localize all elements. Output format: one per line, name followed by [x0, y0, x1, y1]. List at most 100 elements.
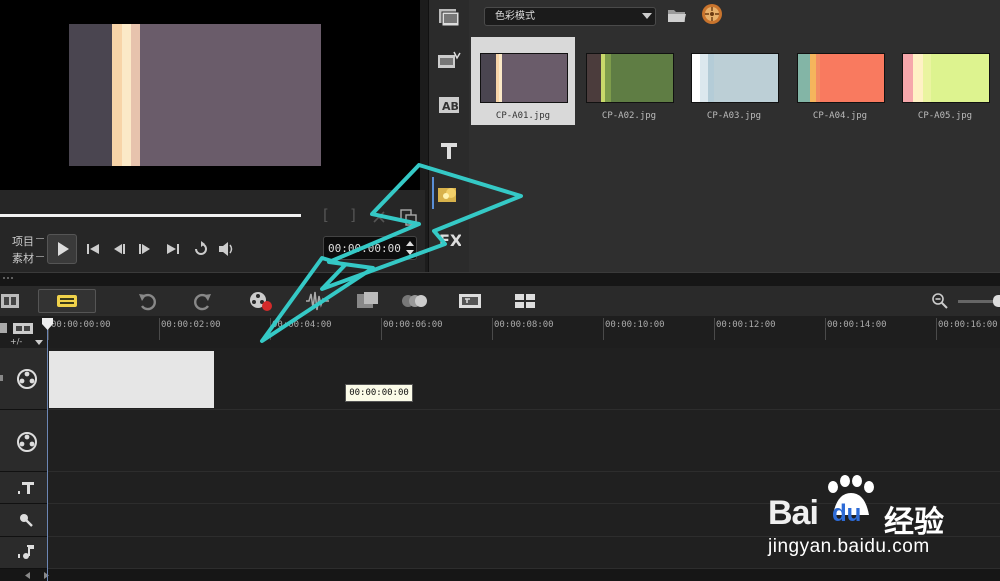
watermark-logo: Bai — [768, 494, 819, 533]
media-icon[interactable] — [437, 6, 461, 28]
thumbnail — [691, 53, 779, 103]
playhead-handle-icon[interactable] — [42, 318, 53, 330]
selected-category-indicator — [432, 177, 434, 209]
library-item[interactable]: CP-A02.jpg — [577, 37, 681, 125]
ruler-tick — [936, 318, 937, 340]
preview-frame — [69, 24, 321, 166]
auto-music-icon[interactable] — [355, 290, 381, 312]
graphic-icon[interactable] — [436, 183, 462, 205]
ruler-label: 00:00:16:00 — [938, 320, 998, 330]
thumbnail — [586, 53, 674, 103]
motion-tracking-icon[interactable] — [400, 291, 428, 311]
timecode-tooltip: 00:00:00:00 — [345, 384, 413, 402]
go-to-start-icon[interactable] — [85, 241, 101, 257]
next-frame-icon[interactable] — [137, 241, 153, 257]
thumbnail — [480, 53, 568, 103]
ruler-label: 00:00:02:00 — [161, 320, 221, 330]
timeline-scrollbar[interactable] — [0, 569, 1000, 581]
zoom-slider-thumb[interactable] — [993, 295, 1000, 307]
mode-clip-line — [36, 256, 44, 257]
timecode-spinner-icon[interactable] — [405, 239, 415, 257]
ruler-tick — [603, 318, 604, 340]
split-icon[interactable] — [372, 210, 386, 224]
mode-project-label[interactable]: 项目 — [12, 233, 34, 249]
thumbnail — [797, 53, 885, 103]
folder-icon[interactable] — [666, 5, 688, 25]
filter-icon[interactable]: FX — [437, 228, 461, 250]
watermark-cn-text: 经验 — [884, 505, 944, 540]
ruler-tick — [825, 318, 826, 340]
storyboard-view-icon[interactable] — [0, 292, 20, 310]
color-mode-dropdown[interactable]: 色彩模式 — [484, 7, 656, 26]
repeat-icon[interactable] — [192, 240, 210, 258]
previous-frame-icon[interactable] — [111, 241, 127, 257]
stripe — [131, 24, 140, 166]
scroll-arrows-icon[interactable] — [24, 571, 54, 580]
watermark-url: jingyan.baidu.com — [768, 536, 930, 558]
multi-camera-icon[interactable] — [513, 292, 537, 310]
track-collapse-handle[interactable] — [0, 375, 3, 381]
instant-project-icon[interactable] — [436, 50, 462, 72]
panel-divider[interactable] — [0, 272, 1000, 287]
ruler-label: 00:00:00:00 — [51, 320, 111, 330]
library-item[interactable]: CP-A05.jpg — [893, 37, 997, 125]
enlarge-icon[interactable] — [400, 209, 417, 226]
play-button[interactable] — [47, 234, 77, 264]
audio-mixer-icon[interactable] — [304, 290, 330, 312]
add-remove-track-label[interactable]: +/- — [10, 337, 22, 346]
grip-icon — [3, 277, 13, 279]
color-clip[interactable] — [49, 351, 214, 408]
color-mode-value: 色彩模式 — [495, 11, 535, 22]
color-picker-icon[interactable] — [701, 3, 723, 25]
chapter-point-icon[interactable] — [12, 322, 36, 335]
microphone-icon — [20, 514, 33, 527]
mark-out-button[interactable]: ] — [350, 206, 356, 224]
library-item-name: CP-A05.jpg — [917, 111, 973, 121]
library-item-name: CP-A02.jpg — [601, 111, 657, 121]
library-item[interactable]: CP-A03.jpg — [682, 37, 786, 125]
library-item[interactable]: CP-A04.jpg — [788, 37, 892, 125]
playhead[interactable] — [47, 318, 48, 581]
ruler-label: 00:00:08:00 — [494, 320, 554, 330]
video-track-icon — [17, 369, 37, 389]
zoom-out-icon[interactable] — [931, 292, 949, 310]
play-icon — [58, 242, 69, 256]
volume-icon[interactable] — [217, 240, 237, 258]
chevron-down-icon[interactable] — [35, 340, 43, 345]
mode-project-line — [36, 238, 44, 239]
track-manager-icon[interactable] — [0, 322, 8, 334]
track-overlay[interactable] — [48, 410, 1000, 472]
transition-icon[interactable]: AB — [437, 94, 461, 116]
undo-icon[interactable] — [137, 291, 157, 311]
timeline-view-button[interactable] — [38, 289, 96, 313]
timecode-value: 00:00:00:00 — [328, 241, 401, 255]
timecode-display[interactable]: 00:00:00:00 — [323, 236, 417, 260]
chevron-down-icon — [642, 13, 652, 19]
go-to-end-icon[interactable] — [165, 241, 181, 257]
record-capture-icon[interactable] — [248, 290, 274, 312]
thumbnail — [902, 53, 990, 103]
title-track-icon — [18, 482, 34, 494]
tooltip-text: 00:00:00:00 — [349, 388, 409, 398]
scrub-bar[interactable] — [0, 214, 302, 217]
watermark-du: du — [832, 500, 861, 528]
ruler-tick — [270, 318, 271, 340]
library-item-name: CP-A03.jpg — [706, 111, 762, 121]
ruler-label: 00:00:10:00 — [605, 320, 665, 330]
ruler-tick — [159, 318, 160, 340]
subtitle-editor-icon[interactable] — [458, 292, 482, 310]
redo-icon[interactable] — [193, 291, 213, 311]
music-note-icon — [18, 545, 34, 559]
ruler-tick — [492, 318, 493, 340]
overlay-track-icon — [17, 432, 37, 452]
watermark-du-text: du — [832, 500, 862, 527]
library-item-name: CP-A04.jpg — [812, 111, 868, 121]
ruler-label: 00:00:12:00 — [716, 320, 776, 330]
title-icon[interactable] — [438, 140, 460, 162]
watermark-url-text: jingyan.baidu.com — [768, 536, 930, 557]
ruler-tick — [714, 318, 715, 340]
library-item[interactable]: CP-A01.jpg — [471, 37, 575, 125]
mark-in-button[interactable]: [ — [323, 206, 329, 224]
ruler-label: 00:00:04:00 — [272, 320, 332, 330]
mode-clip-label[interactable]: 素材 — [12, 250, 34, 266]
